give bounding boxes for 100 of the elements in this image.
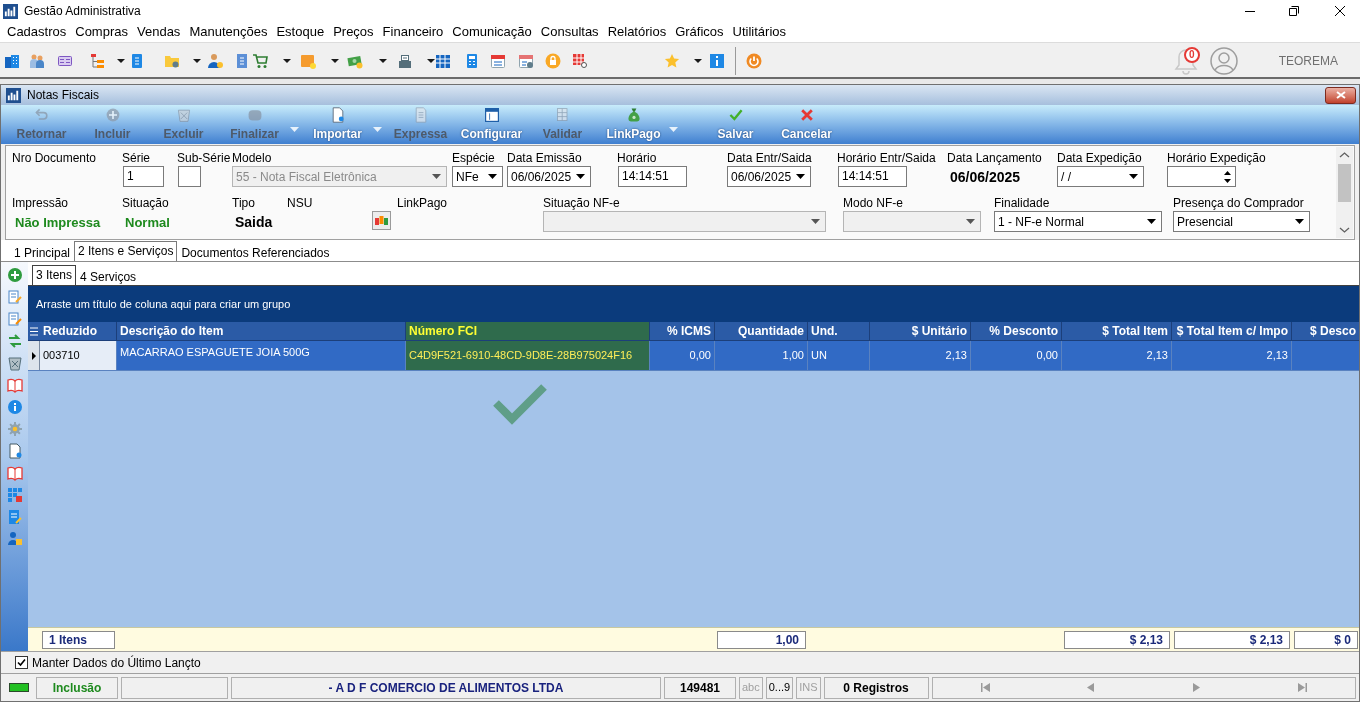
menu-item[interactable]: Cadastros xyxy=(3,22,71,42)
caret-icon[interactable] xyxy=(1147,219,1156,224)
column-header[interactable]: Reduzido xyxy=(40,322,117,340)
spin-arrows-icon[interactable] xyxy=(1224,169,1231,184)
list-icon[interactable] xyxy=(30,326,38,336)
star-icon[interactable] xyxy=(664,52,680,69)
icon-button[interactable] xyxy=(372,211,391,230)
menu-item[interactable]: Vendas xyxy=(133,22,185,42)
menu-item[interactable]: Utilitários xyxy=(728,22,791,42)
column-header[interactable]: $ Unitário xyxy=(870,322,971,340)
edit-icon[interactable] xyxy=(6,311,23,327)
tab[interactable]: Documentos Referenciados xyxy=(177,243,334,261)
document-icon[interactable] xyxy=(234,52,250,69)
menu-item[interactable]: Estoque xyxy=(272,22,329,42)
close-button[interactable] xyxy=(1325,86,1356,104)
next-record-icon[interactable] xyxy=(1193,683,1201,692)
column-header[interactable]: % ICMS xyxy=(650,322,715,340)
spin-field[interactable] xyxy=(1167,166,1236,187)
caret-icon[interactable] xyxy=(193,58,201,63)
text-field[interactable]: 14:14:51 xyxy=(618,166,687,187)
text-field[interactable]: 14:14:51 xyxy=(838,166,907,187)
trash-icon[interactable] xyxy=(6,355,23,371)
arrows-icon[interactable] xyxy=(6,333,23,349)
info-icon[interactable] xyxy=(6,399,23,415)
caret-icon[interactable] xyxy=(117,58,125,63)
column-header[interactable]: % Desconto xyxy=(971,322,1062,340)
restore-icon[interactable] xyxy=(1289,6,1299,16)
book-icon[interactable] xyxy=(6,465,23,481)
last-record-icon[interactable] xyxy=(1297,683,1307,692)
field-label: Horário Expedição xyxy=(1167,151,1266,165)
menu-item[interactable]: Consultas xyxy=(536,22,603,42)
caret-icon[interactable] xyxy=(488,174,497,179)
dropdown[interactable]: 06/06/2025 xyxy=(727,166,811,187)
dropdown[interactable]: Presencial xyxy=(1173,211,1310,232)
field-label: Data Entr/Saida xyxy=(727,151,812,165)
close-icon[interactable] xyxy=(1335,6,1345,16)
column-header[interactable]: Quantidade xyxy=(715,322,808,340)
document-icon[interactable] xyxy=(6,443,23,459)
scrollbar[interactable] xyxy=(1336,147,1353,238)
caret-icon[interactable] xyxy=(283,58,291,63)
menu-item[interactable]: Relatórios xyxy=(603,22,671,42)
building-icon[interactable] xyxy=(4,52,20,69)
checkbox[interactable] xyxy=(15,656,28,669)
record-code: 149481 xyxy=(664,676,736,699)
record-count: 0 Registros xyxy=(823,676,929,699)
people-icon[interactable] xyxy=(29,52,45,69)
column-header[interactable]: $ Total Item c/ Impo xyxy=(1172,322,1292,340)
book-icon[interactable] xyxy=(6,377,23,393)
caret-icon[interactable] xyxy=(796,174,805,179)
calendar-icon[interactable] xyxy=(490,52,506,69)
text-field[interactable]: 1 xyxy=(123,166,164,187)
add-icon[interactable] xyxy=(6,267,23,283)
menu-item[interactable]: Gráficos xyxy=(671,22,728,42)
menu-item[interactable]: Comunicação xyxy=(448,22,536,42)
menu-item[interactable]: Preços xyxy=(329,22,378,42)
caret-icon[interactable] xyxy=(1295,219,1304,224)
first-record-icon[interactable] xyxy=(980,683,990,692)
tab[interactable]: 3 Itens xyxy=(32,265,77,285)
dropdown[interactable]: 06/06/2025 xyxy=(507,166,591,187)
user-icon[interactable] xyxy=(1209,46,1238,75)
power-icon[interactable] xyxy=(746,52,762,69)
caret-icon[interactable] xyxy=(427,58,435,63)
menu-item[interactable]: Compras xyxy=(71,22,132,42)
text-field[interactable] xyxy=(178,166,201,187)
info-icon[interactable] xyxy=(709,52,725,69)
column-header[interactable]: Und. xyxy=(808,322,870,340)
person-icon[interactable] xyxy=(207,52,223,69)
minimize-icon[interactable] xyxy=(1245,10,1255,12)
cash-register-icon[interactable] xyxy=(397,52,413,69)
column-header[interactable]: $ Desco xyxy=(1292,322,1359,340)
grid-icon[interactable] xyxy=(6,487,23,503)
cart-icon[interactable] xyxy=(252,52,268,69)
caret-icon[interactable] xyxy=(379,58,387,63)
caret-icon[interactable] xyxy=(331,58,339,63)
caret-icon[interactable] xyxy=(1129,174,1138,179)
menu-item[interactable]: Manutenções xyxy=(185,22,272,42)
column-header[interactable]: $ Total Item xyxy=(1062,322,1172,340)
calendar-icon[interactable] xyxy=(518,52,534,69)
checkbox-label[interactable]: Manter Dados do Último Lançto xyxy=(32,653,201,672)
dropdown[interactable]: NFe xyxy=(452,166,503,187)
summary-field: 1 Itens xyxy=(42,630,115,649)
dropdown[interactable]: 1 - NF-e Normal xyxy=(994,211,1162,232)
previous-record-icon[interactable] xyxy=(1087,683,1095,692)
dropdown[interactable]: / / xyxy=(1057,166,1144,187)
caret-icon[interactable] xyxy=(694,58,702,63)
org-chart-icon[interactable] xyxy=(89,52,105,69)
tab[interactable]: 1 Principal xyxy=(10,243,75,261)
chart-icon xyxy=(3,3,18,19)
group-by-panel: Arraste um título de coluna aqui para criar um grupo xyxy=(28,286,1359,322)
field-value: Saida xyxy=(234,213,274,232)
tab[interactable]: 2 Itens e Serviços xyxy=(74,241,178,261)
menu-item[interactable]: Financeiro xyxy=(378,22,448,42)
caret-icon[interactable] xyxy=(576,174,585,179)
tab[interactable]: 4 Serviços xyxy=(76,267,141,285)
calculator-icon[interactable] xyxy=(464,52,480,69)
grid-icon[interactable] xyxy=(435,52,451,69)
person-icon[interactable] xyxy=(6,531,23,547)
table-search-icon[interactable] xyxy=(572,52,588,69)
column-header[interactable]: Número FCI xyxy=(406,322,650,340)
table-row[interactable]: 003710 MACARRAO ESPAGUETE JOIA 500G C4D9F521-6910-48CD-9D8E-28B975024F16 0,00 1,00 UN 2,13 0,00 2,13 2,13 xyxy=(28,341,1359,371)
